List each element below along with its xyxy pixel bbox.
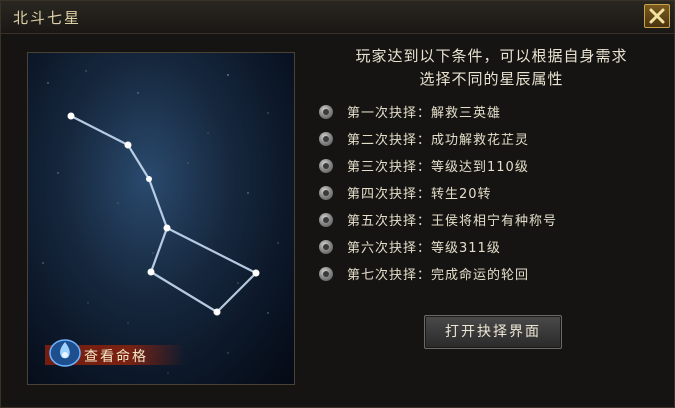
- blue-flame-emblem-icon: [49, 339, 81, 367]
- star-3: [146, 176, 152, 182]
- close-button[interactable]: [644, 4, 670, 28]
- star-6: [213, 308, 221, 316]
- condition-label: 第五次抉择：: [347, 214, 432, 229]
- condition-row: 第四次抉择： 转生20转: [319, 179, 659, 206]
- condition-row: 第三次抉择： 等级达到110级: [319, 152, 659, 179]
- condition-requirement: 王侯将相宁有种称号: [431, 214, 558, 229]
- condition-requirement: 等级达到110级: [431, 160, 529, 175]
- star-4: [163, 224, 171, 232]
- gray-orb-bullet-icon: [319, 158, 333, 173]
- condition-requirement: 完成命运的轮回: [431, 268, 530, 283]
- condition-label: 第四次抉择：: [347, 187, 432, 202]
- gray-orb-bullet-icon: [319, 131, 333, 146]
- intro-text: 玩家达到以下条件，可以根据自身需求 选择不同的星辰属性: [319, 45, 664, 91]
- condition-row: 第六次抉择： 等级311级: [319, 233, 659, 260]
- condition-label: 第七次抉择：: [347, 268, 432, 283]
- condition-row: 第五次抉择： 王侯将相宁有种称号: [319, 206, 659, 233]
- close-x-icon: [649, 8, 665, 24]
- big-dipper-constellation: [67, 112, 260, 316]
- condition-requirement: 解救三英雄: [431, 106, 502, 121]
- gray-orb-bullet-icon: [319, 185, 333, 200]
- condition-label: 第一次抉择：: [347, 106, 432, 121]
- view-fate-label: 查看命格: [84, 349, 148, 365]
- star-2: [124, 141, 132, 149]
- gray-orb-bullet-icon: [319, 266, 333, 281]
- condition-label: 第三次抉择：: [347, 160, 432, 175]
- condition-requirement: 成功解救花芷灵: [431, 133, 530, 148]
- gray-orb-bullet-icon: [319, 104, 333, 119]
- condition-label: 第二次抉择：: [347, 133, 432, 148]
- condition-row: 第一次抉择： 解救三英雄: [319, 98, 659, 125]
- intro-line-1: 玩家达到以下条件，可以根据自身需求: [355, 47, 628, 65]
- condition-requirement: 转生20转: [431, 187, 492, 202]
- condition-row: 第七次抉择： 完成命运的轮回: [319, 260, 659, 287]
- condition-list: 第一次抉择： 解救三英雄 第二次抉择： 成功解救花芷灵 第三次抉择： 等级达到1…: [319, 98, 659, 287]
- condition-label: 第六次抉择：: [347, 241, 432, 256]
- view-fate-button[interactable]: 查看命格: [21, 334, 191, 372]
- open-choice-button[interactable]: 打开抉择界面: [424, 315, 562, 349]
- gray-orb-bullet-icon: [319, 239, 333, 254]
- title-bar: 北斗七星: [1, 1, 674, 34]
- intro-line-2: 选择不同的星辰属性: [419, 70, 564, 88]
- condition-requirement: 等级311级: [431, 241, 501, 256]
- star-7: [147, 268, 155, 276]
- star-1: [67, 112, 75, 120]
- star-5: [252, 269, 260, 277]
- big-dipper-dialog: 北斗七星 查看命格 玩家达到以下条件，可以根据自身需求 选择不同的星辰属性 第一…: [0, 0, 675, 408]
- gray-orb-bullet-icon: [319, 212, 333, 227]
- dialog-title: 北斗七星: [13, 9, 82, 27]
- condition-row: 第二次抉择： 成功解救花芷灵: [319, 125, 659, 152]
